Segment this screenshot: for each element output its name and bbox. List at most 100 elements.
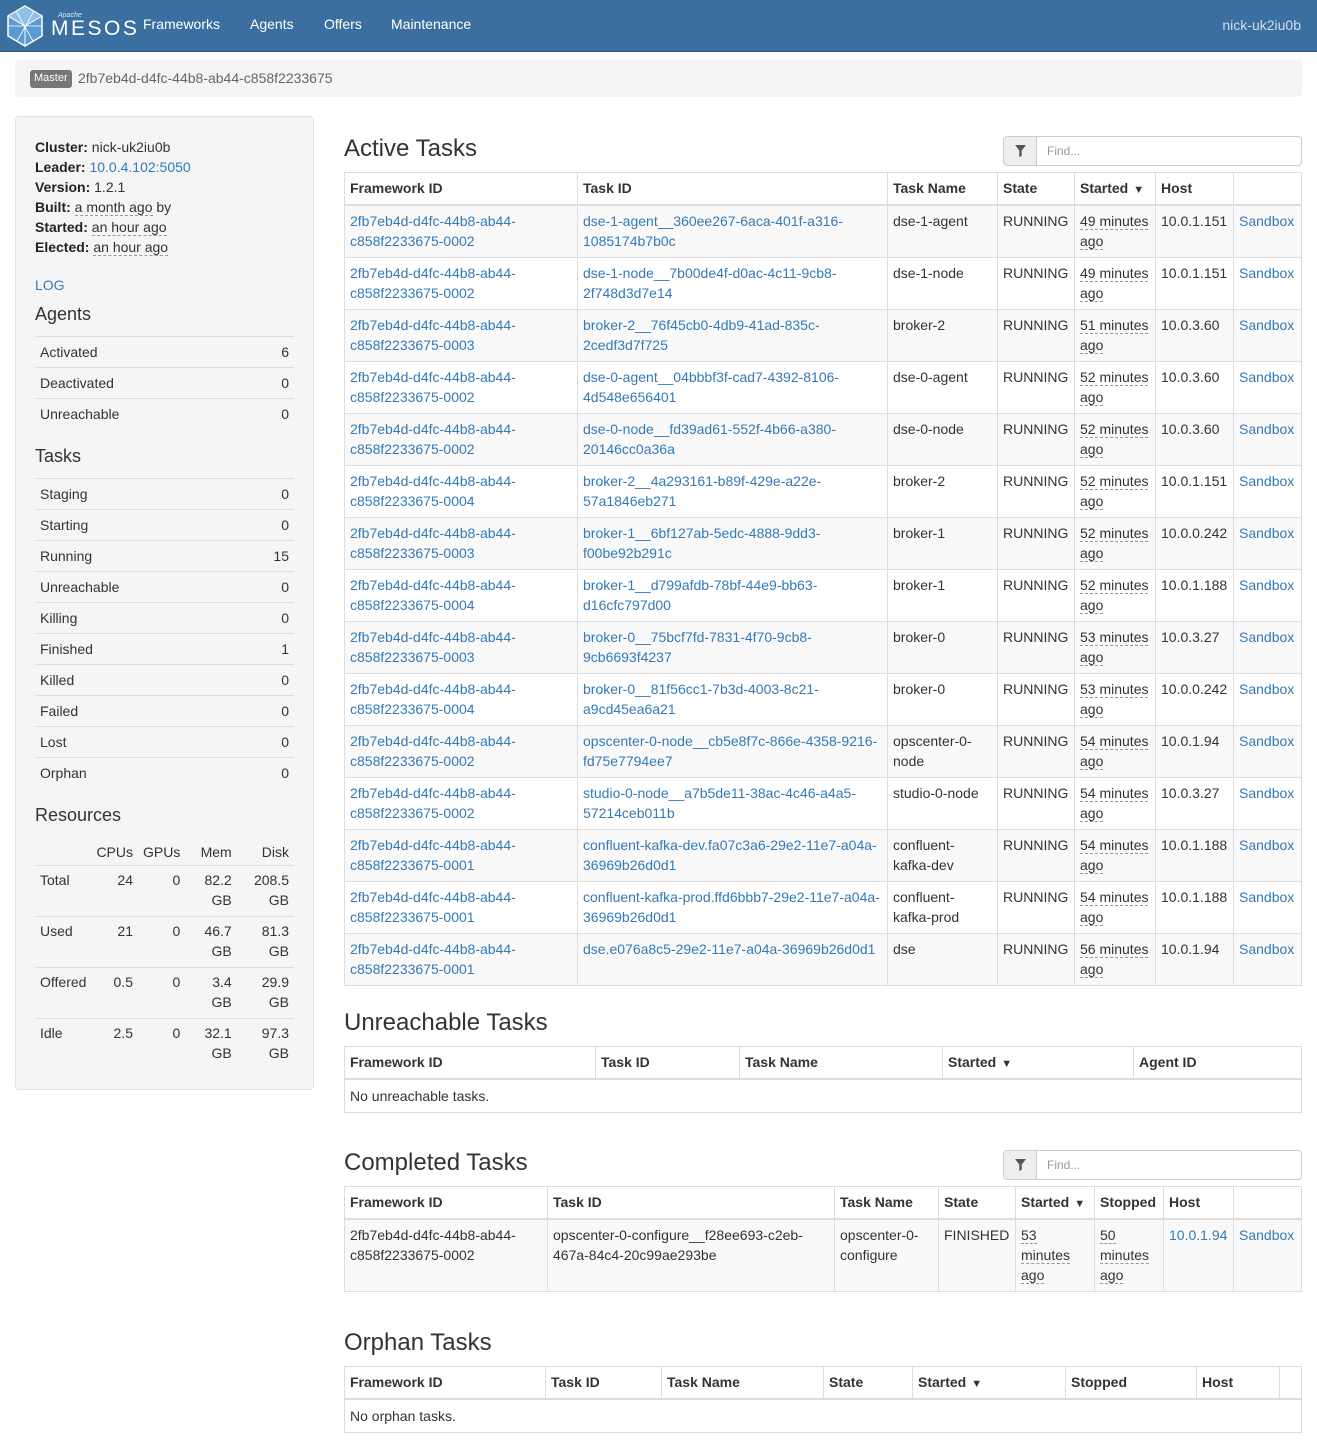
- unreachable-header-framework-id[interactable]: Framework ID: [344, 1046, 596, 1080]
- task-id-link[interactable]: dse-0-agent__04bbbf3f-cad7-4392-8106-4d5…: [583, 369, 839, 405]
- mesos-logo[interactable]: Apache MESOS: [5, 4, 137, 48]
- built-value: a month ago: [74, 199, 153, 216]
- tasks-row-killing: Killing 0: [35, 602, 294, 634]
- task-id-cell: confluent-kafka-dev.fa07c3a6-29e2-11e7-a…: [577, 828, 888, 882]
- task-state: RUNNING: [997, 880, 1075, 934]
- completed-header-framework-id[interactable]: Framework ID: [344, 1186, 548, 1220]
- agents-count: 6: [250, 336, 294, 368]
- task-id-link[interactable]: studio-0-node__a7b5de11-38ac-4c46-a4a5-5…: [583, 785, 856, 821]
- completed-header-state[interactable]: State: [938, 1186, 1016, 1220]
- sandbox-link[interactable]: Sandbox: [1239, 317, 1294, 333]
- orphan-header-task-id[interactable]: Task ID: [545, 1366, 662, 1400]
- framework-id-link[interactable]: 2fb7eb4d-d4fc-44b8-ab44-c858f2233675-000…: [350, 473, 516, 509]
- sandbox-link[interactable]: Sandbox: [1239, 1227, 1294, 1243]
- sandbox-link[interactable]: Sandbox: [1239, 421, 1294, 437]
- sandbox-link[interactable]: Sandbox: [1239, 213, 1294, 229]
- sandbox-link[interactable]: Sandbox: [1239, 265, 1294, 281]
- unreachable-header-task-name[interactable]: Task Name: [739, 1046, 943, 1080]
- framework-id-link[interactable]: 2fb7eb4d-d4fc-44b8-ab44-c858f2233675-000…: [350, 629, 516, 665]
- task-id-link[interactable]: broker-0__81f56cc1-7b3d-4003-8c21-a9cd45…: [583, 681, 819, 717]
- active-header-task-id[interactable]: Task ID: [577, 172, 888, 206]
- nav-frameworks[interactable]: Frameworks: [143, 16, 220, 32]
- sandbox-link[interactable]: Sandbox: [1239, 733, 1294, 749]
- resources-cpus: 0.5: [91, 966, 138, 1018]
- orphan-header-host[interactable]: Host: [1196, 1366, 1280, 1400]
- task-id-link[interactable]: confluent-kafka-prod.ffd6bbb7-29e2-11e7-…: [583, 889, 880, 925]
- leader-link[interactable]: 10.0.4.102:5050: [89, 159, 190, 175]
- framework-id-link[interactable]: 2fb7eb4d-d4fc-44b8-ab44-c858f2233675-000…: [350, 733, 516, 769]
- active-header-started[interactable]: Started ▼: [1074, 172, 1156, 206]
- elected-label: Elected:: [35, 239, 90, 255]
- active-header-task-name[interactable]: Task Name: [887, 172, 998, 206]
- nav-agents[interactable]: Agents: [250, 16, 294, 32]
- task-id-link[interactable]: broker-0__75bcf7fd-7831-4f70-9cb8-9cb669…: [583, 629, 812, 665]
- framework-id-link[interactable]: 2fb7eb4d-d4fc-44b8-ab44-c858f2233675-000…: [350, 889, 516, 925]
- active-header-framework-id[interactable]: Framework ID: [344, 172, 578, 206]
- framework-id-link[interactable]: 2fb7eb4d-d4fc-44b8-ab44-c858f2233675-000…: [350, 941, 516, 977]
- task-id-link[interactable]: dse-1-agent__360ee267-6aca-401f-a316-108…: [583, 213, 843, 249]
- task-id-link[interactable]: broker-2__76f45cb0-4db9-41ad-835c-2cedf3…: [583, 317, 820, 353]
- task-id-link[interactable]: dse.e076a8c5-29e2-11e7-a04a-36969b26d0d1: [583, 941, 875, 957]
- sandbox-link[interactable]: Sandbox: [1239, 837, 1294, 853]
- framework-id-link[interactable]: 2fb7eb4d-d4fc-44b8-ab44-c858f2233675-000…: [350, 577, 516, 613]
- resources-label: Offered: [35, 966, 92, 1018]
- framework-id-link[interactable]: 2fb7eb4d-d4fc-44b8-ab44-c858f2233675-000…: [350, 369, 516, 405]
- task-id-link[interactable]: opscenter-0-node__cb5e8f7c-866e-4358-921…: [583, 733, 877, 769]
- nav-offers[interactable]: Offers: [324, 16, 362, 32]
- nav-maintenance[interactable]: Maintenance: [391, 16, 471, 32]
- orphan-header-stopped[interactable]: Stopped: [1065, 1366, 1197, 1400]
- framework-id-link[interactable]: 2fb7eb4d-d4fc-44b8-ab44-c858f2233675-000…: [350, 837, 516, 873]
- sandbox-link[interactable]: Sandbox: [1239, 473, 1294, 489]
- completed-header-started[interactable]: Started ▼: [1015, 1186, 1095, 1220]
- log-link[interactable]: LOG: [35, 277, 65, 293]
- framework-id-cell: 2fb7eb4d-d4fc-44b8-ab44-c858f2233675-000…: [344, 412, 578, 466]
- active-tasks-find-input[interactable]: [1038, 137, 1300, 165]
- completed-header-host[interactable]: Host: [1163, 1186, 1234, 1220]
- framework-id-link[interactable]: 2fb7eb4d-d4fc-44b8-ab44-c858f2233675-000…: [350, 213, 516, 249]
- sandbox-link[interactable]: Sandbox: [1239, 889, 1294, 905]
- task-name: studio-0-node: [887, 776, 998, 830]
- sandbox-cell: Sandbox: [1233, 204, 1302, 258]
- sandbox-cell: Sandbox: [1233, 828, 1302, 882]
- sandbox-link[interactable]: Sandbox: [1239, 369, 1294, 385]
- framework-id-link[interactable]: 2fb7eb4d-d4fc-44b8-ab44-c858f2233675-000…: [350, 317, 516, 353]
- sandbox-link[interactable]: Sandbox: [1239, 577, 1294, 593]
- framework-id-link[interactable]: 2fb7eb4d-d4fc-44b8-ab44-c858f2233675-000…: [350, 785, 516, 821]
- task-id: opscenter-0-configure__f28ee693-c2eb-467…: [547, 1218, 835, 1292]
- sandbox-link[interactable]: Sandbox: [1239, 629, 1294, 645]
- task-id-link[interactable]: broker-1__d799afdb-78bf-44e9-bb63-d16cfc…: [583, 577, 817, 613]
- unreachable-header-task-id[interactable]: Task ID: [595, 1046, 740, 1080]
- orphan-header-state[interactable]: State: [823, 1366, 913, 1400]
- completed-header-task-id[interactable]: Task ID: [547, 1186, 835, 1220]
- completed-header-stopped[interactable]: Stopped: [1094, 1186, 1164, 1220]
- unreachable-header-agent-id[interactable]: Agent ID: [1133, 1046, 1302, 1080]
- task-id-link[interactable]: broker-2__4a293161-b89f-429e-a22e-57a184…: [583, 473, 821, 509]
- task-name: broker-1: [887, 516, 998, 570]
- active-header-host[interactable]: Host: [1155, 172, 1234, 206]
- orphan-header-framework-id[interactable]: Framework ID: [344, 1366, 546, 1400]
- framework-id-link[interactable]: 2fb7eb4d-d4fc-44b8-ab44-c858f2233675-000…: [350, 681, 516, 717]
- framework-id-link[interactable]: 2fb7eb4d-d4fc-44b8-ab44-c858f2233675-000…: [350, 421, 516, 457]
- framework-id-link[interactable]: 2fb7eb4d-d4fc-44b8-ab44-c858f2233675-000…: [350, 525, 516, 561]
- stopped-time: 50 minutes ago: [1100, 1226, 1150, 1284]
- unreachable-header-started[interactable]: Started ▼: [942, 1046, 1134, 1080]
- task-name: broker-1: [887, 568, 998, 622]
- started-cell: 52 minutes ago: [1074, 516, 1156, 570]
- sandbox-link[interactable]: Sandbox: [1239, 785, 1294, 801]
- orphan-header-started[interactable]: Started ▼: [912, 1366, 1066, 1400]
- header-label: Host: [1161, 180, 1193, 197]
- task-id-link[interactable]: confluent-kafka-dev.fa07c3a6-29e2-11e7-a…: [583, 837, 877, 873]
- active-header-state[interactable]: State: [997, 172, 1075, 206]
- completed-header-task-name[interactable]: Task Name: [834, 1186, 939, 1220]
- completed-tasks-find-input[interactable]: [1038, 1151, 1300, 1179]
- sandbox-link[interactable]: Sandbox: [1239, 525, 1294, 541]
- completed-tasks-filter: [1003, 1150, 1302, 1180]
- orphan-header-task-name[interactable]: Task Name: [661, 1366, 824, 1400]
- task-id-link[interactable]: dse-1-node__7b00de4f-d0ac-4c11-9cb8-2f74…: [583, 265, 836, 301]
- framework-id-link[interactable]: 2fb7eb4d-d4fc-44b8-ab44-c858f2233675-000…: [350, 265, 516, 301]
- task-id-link[interactable]: broker-1__6bf127ab-5edc-4888-9dd3-f00be9…: [583, 525, 820, 561]
- host-link[interactable]: 10.0.1.94: [1169, 1227, 1227, 1243]
- sandbox-link[interactable]: Sandbox: [1239, 941, 1294, 957]
- task-id-link[interactable]: dse-0-node__fd39ad61-552f-4b66-a380-2014…: [583, 421, 836, 457]
- sandbox-link[interactable]: Sandbox: [1239, 681, 1294, 697]
